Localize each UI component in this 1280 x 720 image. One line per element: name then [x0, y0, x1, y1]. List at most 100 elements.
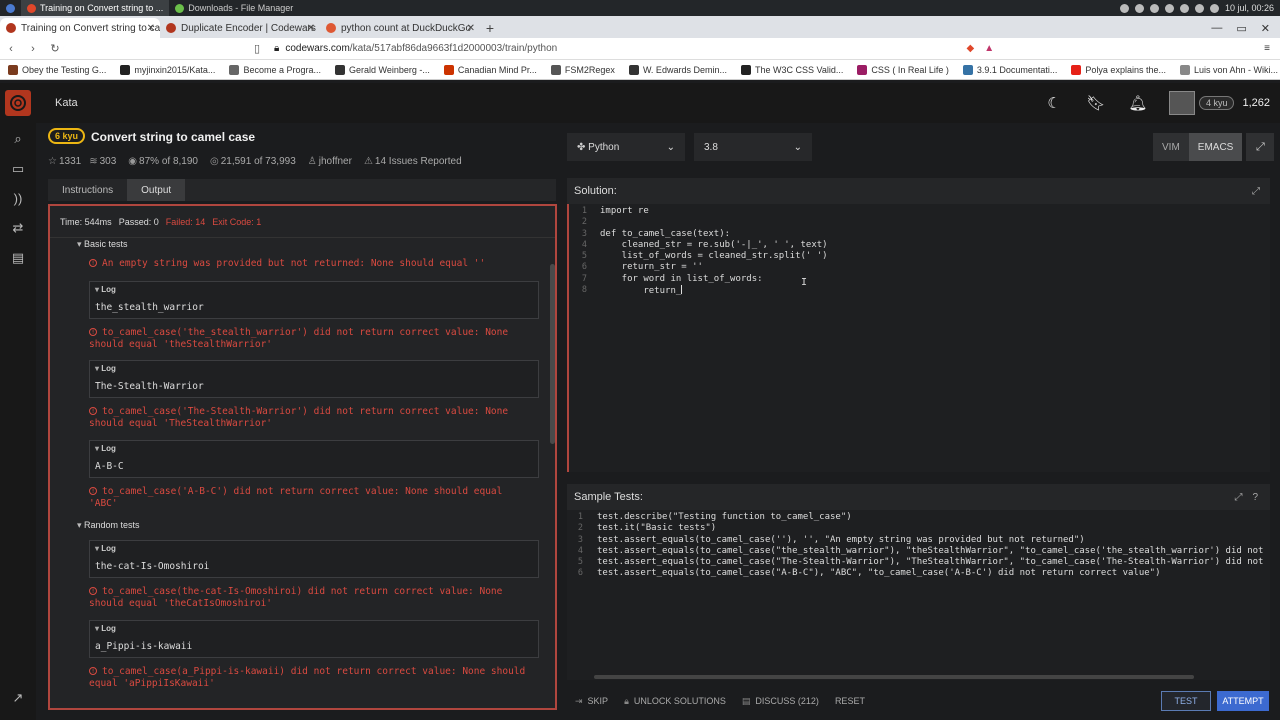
bookmark-item[interactable]: Canadian Mind Pr... — [443, 64, 537, 75]
tray-app-icon[interactable] — [1119, 3, 1129, 13]
close-icon[interactable]: ✕ — [307, 23, 315, 34]
solution-editor[interactable]: 12345678 import re def to_camel_case(text… — [567, 204, 1270, 472]
chat-icon[interactable]: ▤ — [12, 250, 24, 266]
unlock-solutions-button[interactable]: 🔒︎ UNLOCK SOLUTIONS — [616, 696, 734, 707]
bookmark-item[interactable]: CSS ( In Real Life ) — [857, 64, 949, 75]
log-label[interactable]: Log — [95, 624, 116, 633]
minimize-icon[interactable]: — — [1211, 22, 1222, 34]
maximize-icon[interactable]: ▭ — [1236, 22, 1246, 35]
sample-tests-editor[interactable]: 123456 test.describe("Testing function t… — [567, 510, 1270, 680]
bookmark-star-icon[interactable]: 🔖︎ — [1075, 94, 1117, 112]
test-button[interactable]: TEST — [1161, 691, 1211, 711]
log-value: the_stealth_warrior — [95, 302, 204, 313]
network-icon[interactable] — [1194, 3, 1204, 13]
fullscreen-icon[interactable]: ⤢ — [1246, 133, 1275, 161]
expand-arrow-icon[interactable]: ↗ — [13, 690, 24, 706]
bookmark-item[interactable]: W. Edwards Demin... — [628, 64, 727, 75]
expand-icon[interactable]: ⤢ — [1252, 186, 1260, 197]
test-failure-message: ! to_camel_case('A-B-C') did not return c… — [89, 486, 529, 510]
bookmark-favicon-icon — [229, 64, 240, 75]
test-failure-message: ! to_camel_case('The-Stealth-Warrior') di… — [89, 406, 529, 430]
os-task-filemanager[interactable]: Downloads - File Manager — [169, 0, 299, 16]
menu-icon — [6, 3, 15, 13]
codewars-logo[interactable] — [0, 85, 36, 121]
emacs-mode-button[interactable]: EMACS — [1188, 133, 1243, 161]
avatar[interactable] — [1168, 91, 1195, 115]
bookmark-label: Luis von Ahn - Wiki... — [1193, 64, 1279, 75]
close-icon[interactable]: ✕ — [147, 23, 155, 34]
bell-icon[interactable]: 🔔︎ — [1117, 94, 1159, 112]
tab-output[interactable]: Output — [127, 179, 186, 201]
volume-icon[interactable] — [1209, 3, 1219, 13]
bookmark-item[interactable]: Become a Progra... — [229, 64, 321, 75]
menu-icon[interactable]: ≡ — [1264, 43, 1270, 54]
skip-label: SKIP — [587, 696, 609, 706]
author-stat[interactable]: ♙ jhoffner — [308, 156, 352, 167]
new-tab-button[interactable]: + — [480, 18, 500, 38]
forward-icon[interactable]: › — [22, 43, 44, 55]
browser-tab[interactable]: Duplicate Encoder | Codewars ✕ — [160, 18, 320, 38]
bookmark-label: myjinxin2015/Kata... — [134, 64, 216, 75]
kyu-badge: 6 kyu — [48, 128, 86, 144]
moon-icon[interactable]: ☾ — [1033, 94, 1075, 112]
bookmark-item[interactable]: Polya explains the... — [1071, 64, 1166, 75]
chevron-down-icon: ⌄ — [793, 141, 802, 153]
stars-stat[interactable]: ☆ 1331 — [48, 156, 81, 167]
browser-tab[interactable]: python count at DuckDuckGo ✕ — [320, 18, 480, 38]
language-select[interactable]: ✤ Python ⌄ — [567, 133, 685, 161]
bookmark-item[interactable]: FSM2Regex — [550, 64, 615, 75]
group-basic-tests[interactable]: Basic tests — [77, 239, 128, 250]
collections-stat[interactable]: ≋ 303 — [89, 156, 116, 167]
bookmark-item[interactable]: Gerald Weinberg -... — [334, 64, 430, 75]
time-value: Time: 544ms — [60, 216, 112, 227]
brave-shield-icon[interactable]: ◆ — [967, 43, 975, 54]
reset-button[interactable]: RESET — [827, 696, 873, 706]
bookmark-icon[interactable]: ▯ — [246, 42, 268, 55]
group-random-tests[interactable]: Random tests — [77, 520, 140, 531]
search-icon[interactable]: ⌕ — [14, 131, 21, 147]
browser-tab-active[interactable]: Training on Convert string to cam ✕ — [0, 18, 160, 38]
log-label[interactable]: Log — [95, 285, 116, 294]
book-icon[interactable]: ▭ — [12, 161, 24, 177]
log-label[interactable]: Log — [95, 444, 116, 453]
sample-code[interactable]: test.describe("Testing function to_camel… — [597, 512, 1270, 580]
solution-code[interactable]: import re def to_camel_case(text): cleane… — [600, 206, 828, 296]
lock-icon: 🔒︎ — [624, 695, 629, 706]
log-label[interactable]: Log — [95, 544, 116, 553]
version-select[interactable]: 3.8 ⌄ — [694, 133, 812, 161]
line-number: 5 — [581, 251, 587, 262]
attempt-button[interactable]: ATTEMPT — [1217, 691, 1269, 711]
help-icon[interactable]: ? — [1252, 492, 1258, 503]
bell-icon[interactable] — [1179, 3, 1189, 13]
vim-mode-button[interactable]: VIM — [1153, 133, 1189, 161]
mail-icon[interactable] — [1134, 3, 1144, 13]
os-task-browser[interactable]: Training on Convert string to ... — [21, 0, 170, 16]
kata-nav-link[interactable]: Kata — [55, 97, 78, 109]
camera-icon[interactable] — [1149, 3, 1159, 13]
tab-instructions[interactable]: Instructions — [48, 179, 127, 201]
output-scrollbar[interactable] — [550, 264, 555, 444]
back-icon[interactable]: ‹ — [0, 43, 22, 55]
clock[interactable]: 10 jul, 00:26 — [1225, 3, 1274, 13]
os-menu-button[interactable] — [0, 0, 21, 16]
expand-icon[interactable]: ⤢ — [1234, 492, 1242, 503]
issues-stat[interactable]: ⚠ 14 Issues Reported — [364, 156, 462, 167]
bookmark-item[interactable]: myjinxin2015/Kata... — [120, 64, 216, 75]
bookmark-item[interactable]: 3.9.1 Documentati... — [962, 64, 1057, 75]
bookmark-item[interactable]: Obey the Testing G... — [8, 64, 106, 75]
discuss-button[interactable]: ▤ DISCUSS (212) — [734, 696, 827, 707]
sample-horizontal-scrollbar[interactable] — [594, 675, 1194, 679]
rss-icon[interactable]: )) — [14, 191, 23, 206]
update-icon[interactable] — [1164, 3, 1174, 13]
bookmark-item[interactable]: Luis von Ahn - Wiki... — [1179, 64, 1279, 75]
reload-icon[interactable]: ↻ — [44, 42, 66, 55]
log-label[interactable]: Log — [95, 364, 116, 373]
url-field[interactable]: 🔒︎ codewars.com/kata/517abf86da9663f1d20… — [274, 43, 557, 54]
sync-icon[interactable]: ⇄ — [13, 220, 24, 236]
bookmark-item[interactable]: The W3C CSS Valid... — [740, 64, 843, 75]
close-icon[interactable]: ✕ — [467, 23, 475, 34]
close-window-icon[interactable]: ✕ — [1261, 22, 1270, 35]
skip-button[interactable]: ⇥ SKIP — [567, 696, 616, 707]
rewards-icon[interactable]: ▲ — [984, 43, 994, 54]
